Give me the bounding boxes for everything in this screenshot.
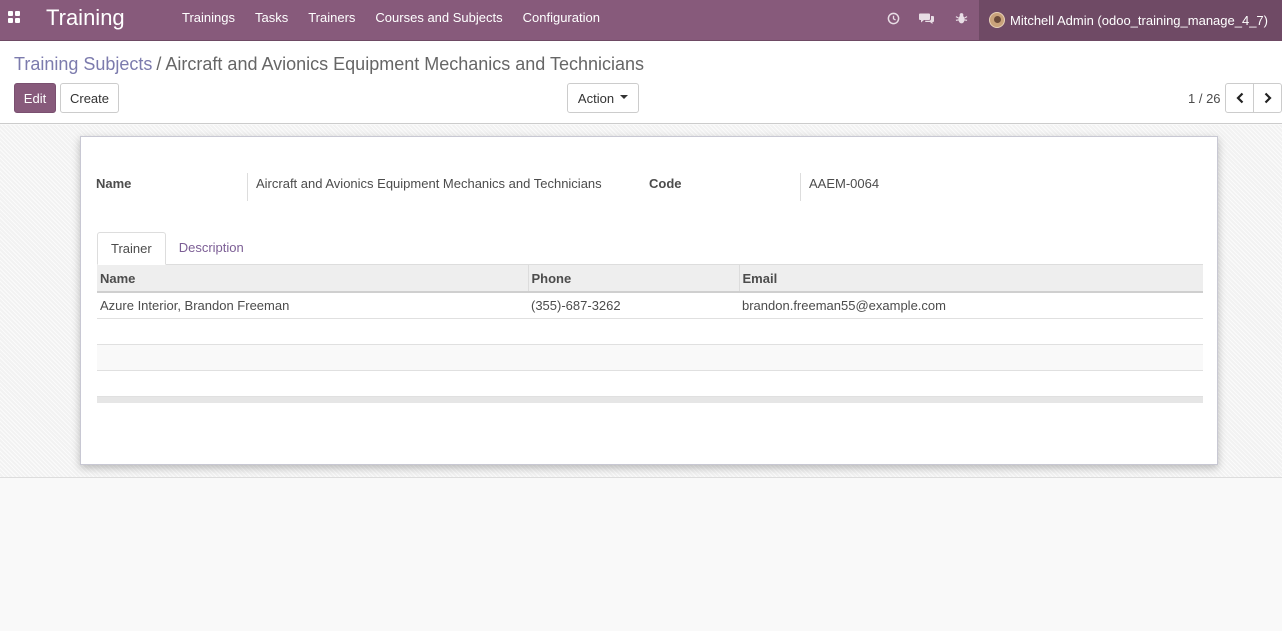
app-brand: Training xyxy=(46,5,125,30)
form-sheet: Name Aircraft and Avionics Equipment Mec… xyxy=(80,136,1218,465)
chat-icon[interactable] xyxy=(910,0,944,36)
menu-item-trainings[interactable]: Trainings xyxy=(172,0,245,40)
menu-item-courses-and-subjects[interactable]: Courses and Subjects xyxy=(365,0,512,40)
breadcrumb: Training Subjects / Aircraft and Avionics … xyxy=(14,54,644,75)
user-menu[interactable]: Mitchell Admin (odoo_training_manage_4_7… xyxy=(979,0,1282,40)
cell-phone: (355)-687-3262 xyxy=(528,292,739,319)
cell-name: Azure Interior, Brandon Freeman xyxy=(97,292,528,319)
column-header-email[interactable]: Email xyxy=(738,265,1203,293)
tab-trainer[interactable]: Trainer xyxy=(97,232,166,265)
menu-item-configuration[interactable]: Configuration xyxy=(513,0,610,40)
chevron-left-icon xyxy=(1235,92,1243,104)
action-label: Action xyxy=(577,90,615,106)
empty-row xyxy=(97,370,1203,397)
menu-item-trainers[interactable]: Trainers xyxy=(298,0,365,40)
menu-item-tasks[interactable]: Tasks xyxy=(245,0,298,40)
trainer-list-table: Name Phone Email Azure Interior, Brandon… xyxy=(97,265,1203,397)
clock-icon[interactable] xyxy=(876,0,910,36)
edit-button[interactable]: Edit xyxy=(14,83,56,113)
empty-row xyxy=(97,318,1203,345)
table-row[interactable]: Azure Interior, Brandon Freeman (355)-68… xyxy=(97,292,1203,319)
pager-value[interactable]: 1 / 26 xyxy=(1188,91,1221,106)
create-button[interactable]: Create xyxy=(60,83,119,113)
name-label: Name xyxy=(96,176,132,191)
column-header-name[interactable]: Name xyxy=(97,265,528,293)
caret-down-icon xyxy=(620,94,629,99)
pager-next-button[interactable] xyxy=(1253,83,1282,113)
chevron-right-icon xyxy=(1264,92,1272,104)
pager-previous-button[interactable] xyxy=(1225,83,1254,113)
code-value: AAEM-0064 xyxy=(800,173,879,201)
empty-row xyxy=(97,344,1203,371)
avatar xyxy=(989,12,1005,28)
table-header-row: Name Phone Email xyxy=(97,265,1203,293)
systray xyxy=(876,0,978,40)
main-menu: Trainings Tasks Trainers Courses and Sub… xyxy=(172,0,610,40)
name-value: Aircraft and Avionics Equipment Mechanic… xyxy=(247,173,602,201)
apps-grid-icon[interactable] xyxy=(8,11,21,24)
user-name: Mitchell Admin (odoo_training_manage_4_7… xyxy=(1010,12,1268,28)
tab-description[interactable]: Description xyxy=(166,232,257,265)
breadcrumb-separator: / xyxy=(156,54,162,74)
code-label: Code xyxy=(649,176,682,191)
breadcrumb-parent-link[interactable]: Training Subjects xyxy=(14,54,152,74)
control-panel: Training Subjects / Aircraft and Avionics … xyxy=(0,41,1282,124)
top-navbar: Training Trainings Tasks Trainers Course… xyxy=(0,0,1282,41)
cell-email: brandon.freeman55@example.com xyxy=(739,292,1203,319)
notebook-tabs: Trainer Description xyxy=(97,232,257,265)
breadcrumb-current: Aircraft and Avionics Equipment Mechanic… xyxy=(165,54,645,74)
form-view-content: Name Aircraft and Avionics Equipment Mec… xyxy=(0,125,1282,478)
bug-icon[interactable] xyxy=(944,0,978,36)
column-header-phone[interactable]: Phone xyxy=(527,265,739,293)
action-dropdown-button[interactable]: Action xyxy=(567,83,639,113)
table-footer xyxy=(97,397,1203,403)
